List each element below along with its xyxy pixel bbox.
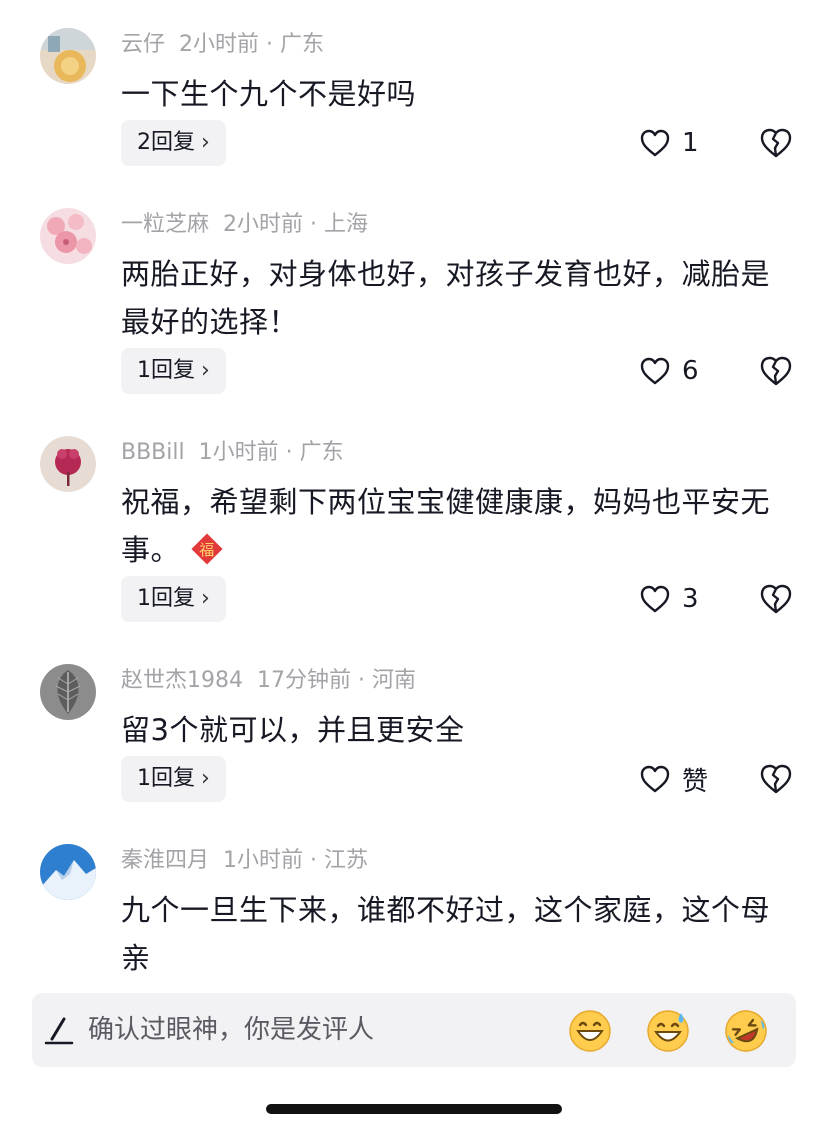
reply-count: 1回复 bbox=[137, 358, 195, 383]
view-replies-button[interactable]: 1回复 › bbox=[121, 576, 226, 622]
username[interactable]: 赵世杰1984 bbox=[121, 668, 243, 693]
comment-text: 九个一旦生下来，谁都不好过，这个家庭，这个母亲 bbox=[121, 893, 771, 975]
like-button[interactable]: 3 bbox=[640, 576, 699, 622]
like-count: 6 bbox=[682, 356, 699, 386]
heart-icon bbox=[640, 357, 670, 385]
avatar[interactable] bbox=[40, 28, 96, 84]
username[interactable]: 云仔 bbox=[121, 32, 165, 57]
timestamp-location: 2小时前 · 广东 bbox=[179, 32, 324, 57]
timestamp-location: 1小时前 · 江苏 bbox=[223, 848, 368, 873]
comment-meta: 一粒芝麻 2小时前 · 上海 bbox=[121, 210, 368, 240]
comment-meta: 云仔 2小时前 · 广东 bbox=[121, 30, 324, 60]
username[interactable]: BBBill bbox=[121, 440, 185, 465]
dislike-button[interactable] bbox=[758, 120, 794, 166]
chevron-right-icon: › bbox=[201, 586, 210, 611]
comment-meta: BBBill 1小时前 · 广东 bbox=[121, 438, 344, 468]
reply-count: 1回复 bbox=[137, 766, 195, 791]
chevron-right-icon: › bbox=[201, 766, 210, 791]
avatar[interactable] bbox=[40, 436, 96, 492]
home-indicator[interactable] bbox=[266, 1104, 562, 1114]
heart-icon bbox=[640, 585, 670, 613]
view-replies-button[interactable]: 1回复 › bbox=[121, 348, 226, 394]
username[interactable]: 秦淮四月 bbox=[121, 848, 209, 873]
grinning-face-emoji-icon[interactable] bbox=[568, 1009, 612, 1053]
svg-text:福: 福 bbox=[199, 541, 215, 559]
like-count: 1 bbox=[682, 128, 699, 158]
comment-meta: 赵世杰1984 17分钟前 · 河南 bbox=[121, 666, 416, 696]
avatar[interactable] bbox=[40, 208, 96, 264]
pen-icon bbox=[44, 1017, 74, 1045]
fu-blessing-emoji-icon: 福 bbox=[191, 533, 223, 565]
heart-icon bbox=[640, 129, 670, 157]
timestamp-location: 2小时前 · 上海 bbox=[223, 212, 368, 237]
avatar[interactable] bbox=[40, 844, 96, 900]
comment-text: 留3个就可以，并且更安全 bbox=[121, 713, 465, 747]
broken-heart-icon bbox=[760, 128, 792, 158]
timestamp-location: 1小时前 · 广东 bbox=[198, 440, 344, 465]
like-button[interactable]: 1 bbox=[640, 120, 699, 166]
username[interactable]: 一粒芝麻 bbox=[121, 212, 209, 237]
reply-count: 2回复 bbox=[137, 130, 195, 155]
chevron-right-icon: › bbox=[201, 130, 210, 155]
avatar[interactable] bbox=[40, 664, 96, 720]
comment-text: 一下生个九个不是好吗 bbox=[121, 77, 417, 111]
dislike-button[interactable] bbox=[758, 576, 794, 622]
comment-text: 祝福，希望剩下两位宝宝健健康康，妈妈也平安无事。福 bbox=[121, 478, 781, 574]
grinning-sweat-face-emoji-icon[interactable] bbox=[646, 1009, 690, 1053]
view-replies-button[interactable]: 1回复 › bbox=[121, 756, 226, 802]
heart-icon bbox=[640, 765, 670, 793]
broken-heart-icon bbox=[760, 584, 792, 614]
like-button[interactable]: 6 bbox=[640, 348, 699, 394]
dislike-button[interactable] bbox=[758, 756, 794, 802]
comment-input-bar[interactable]: 确认过眼神，你是发评人 bbox=[32, 993, 796, 1067]
comment-input-placeholder[interactable]: 确认过眼神，你是发评人 bbox=[88, 1013, 374, 1047]
broken-heart-icon bbox=[760, 764, 792, 794]
dislike-button[interactable] bbox=[758, 348, 794, 394]
view-replies-button[interactable]: 2回复 › bbox=[121, 120, 226, 166]
like-button[interactable]: 赞 bbox=[640, 756, 708, 802]
timestamp-location: 17分钟前 · 河南 bbox=[257, 668, 416, 693]
rolling-laughing-face-emoji-icon[interactable] bbox=[724, 1009, 768, 1053]
like-count: 赞 bbox=[682, 766, 709, 797]
comment-meta: 秦淮四月 1小时前 · 江苏 bbox=[121, 846, 368, 876]
chevron-right-icon: › bbox=[201, 358, 210, 383]
comment-text: 两胎正好，对身体也好，对孩子发育也好，减胎是最好的选择！ bbox=[121, 257, 771, 339]
like-count: 3 bbox=[682, 584, 699, 614]
broken-heart-icon bbox=[760, 356, 792, 386]
reply-count: 1回复 bbox=[137, 586, 195, 611]
